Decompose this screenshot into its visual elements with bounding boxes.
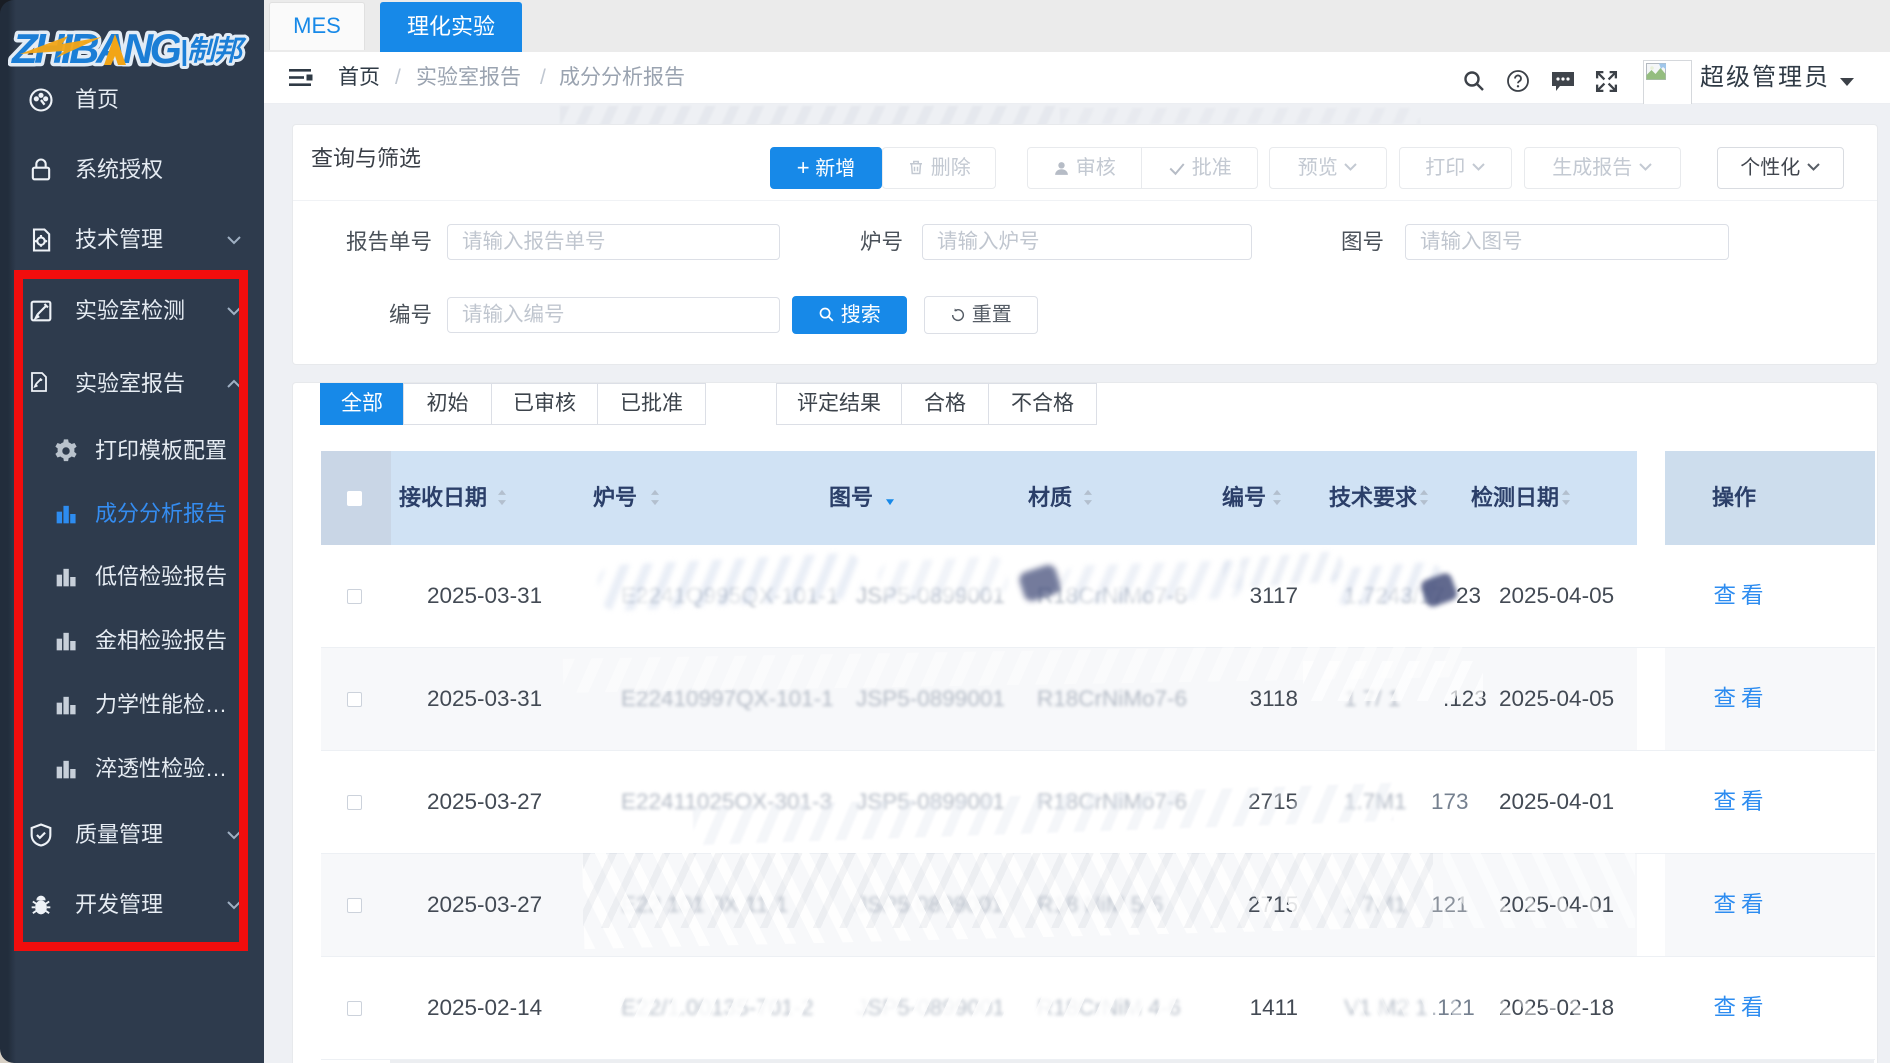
- svg-text:|制邦: |制邦: [180, 35, 247, 66]
